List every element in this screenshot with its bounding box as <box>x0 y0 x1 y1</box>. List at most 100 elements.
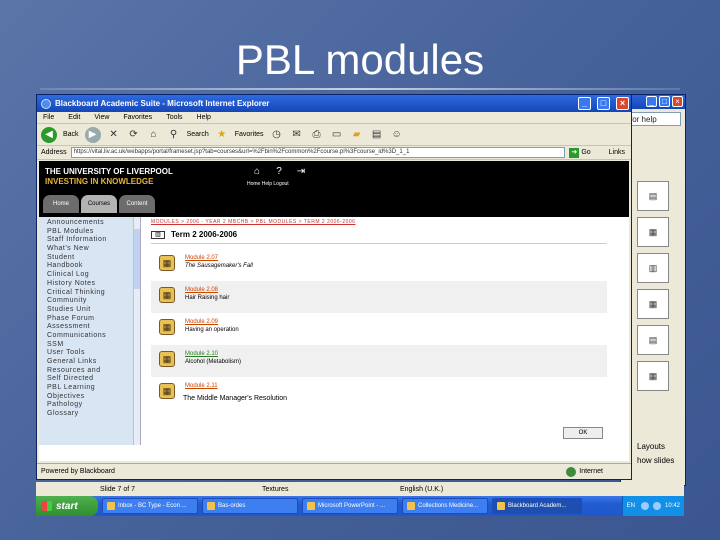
ok-button[interactable]: OK <box>563 427 603 439</box>
module-folder-icon[interactable]: ▦ <box>159 319 175 335</box>
history-icon[interactable]: ◷ <box>270 128 284 142</box>
stop-icon[interactable]: ✕ <box>107 128 121 142</box>
breadcrumb[interactable]: MODULES > 2006 - YEAR 2 MBCHB > PBL MODU… <box>151 219 355 225</box>
folder-icon[interactable]: ▰ <box>350 128 364 142</box>
module-folder-icon[interactable]: ▦ <box>159 255 175 271</box>
address-label: Address <box>41 149 67 156</box>
go-button[interactable]: ➜ Go <box>569 147 591 158</box>
layout-thumb[interactable]: ▥ <box>637 253 669 283</box>
maximize-button[interactable]: □ <box>597 97 610 110</box>
course-menu-item[interactable]: Handbook <box>47 262 140 271</box>
favorites-icon[interactable]: ★ <box>215 128 229 142</box>
tray-icon[interactable] <box>640 502 649 510</box>
university-tagline: INVESTING IN KNOWLEDGE <box>45 177 154 186</box>
menu-help[interactable]: Help <box>197 114 211 121</box>
menu-tools[interactable]: Tools <box>166 114 182 121</box>
taskbar-item[interactable]: Inbox - BC Type - Econ ... <box>102 498 198 514</box>
module-folder-icon[interactable]: ▦ <box>159 351 175 367</box>
course-menu-item[interactable]: Self Directed <box>47 375 140 384</box>
close-icon[interactable]: × <box>672 96 683 107</box>
module-link[interactable]: Module 2.09 <box>185 319 239 325</box>
links-label[interactable]: Links <box>609 149 625 156</box>
back-label[interactable]: Back <box>63 131 79 138</box>
search-label[interactable]: Search <box>187 131 209 138</box>
layout-thumb[interactable]: ▤ <box>637 325 669 355</box>
taskbar-item[interactable]: Microsoft PowerPoint - ... <box>302 498 398 514</box>
course-menu-item[interactable]: What's New <box>47 245 140 254</box>
course-menu-item[interactable]: Pathology <box>47 401 140 410</box>
course-menu-scrollbar[interactable] <box>133 217 140 445</box>
module-link[interactable]: Module 2.07 <box>185 255 253 261</box>
refresh-icon[interactable]: ⟳ <box>127 128 141 142</box>
scroll-thumb[interactable] <box>134 229 140 289</box>
course-menu-item[interactable]: PBL Modules <box>47 228 140 237</box>
course-menu-item[interactable]: Assessment <box>47 323 140 332</box>
course-menu: Announcements PBL Modules Staff Informatio… <box>39 217 141 445</box>
taskbar-item[interactable]: Collections Medicine... <box>402 498 488 514</box>
home-icon[interactable]: ⌂ <box>251 166 263 178</box>
taskbar: start Inbox - BC Type - Econ ... Bas-ord… <box>36 496 684 516</box>
course-menu-item[interactable]: Critical Thinking <box>47 289 140 298</box>
help-icon[interactable]: ? <box>273 166 285 178</box>
layout-thumb[interactable]: ▦ <box>637 217 669 247</box>
tray-icon[interactable] <box>652 502 661 510</box>
taskbar-item-active[interactable]: Blackboard Academ... <box>492 498 582 514</box>
module-link[interactable]: Module 2.08 <box>185 287 229 293</box>
close-button[interactable]: × <box>616 97 629 110</box>
forward-icon[interactable]: ▶ <box>84 126 101 143</box>
edit-icon[interactable]: ▭ <box>330 128 344 142</box>
course-menu-item[interactable]: Communications <box>47 332 140 341</box>
menu-view[interactable]: View <box>94 114 109 121</box>
app-icon <box>207 502 215 510</box>
course-menu-item[interactable]: SSM <box>47 341 140 350</box>
clock[interactable]: 10:42 <box>665 503 680 509</box>
tab-content[interactable]: Content <box>119 195 155 213</box>
home-icon[interactable]: ⌂ <box>147 128 161 142</box>
logout-icon[interactable]: ⇥ <box>295 166 307 178</box>
course-menu-item[interactable]: Clinical Log <box>47 271 140 280</box>
course-menu-item[interactable]: Phase Forum <box>47 315 140 324</box>
course-menu-item[interactable]: User Tools <box>47 349 140 358</box>
course-menu-item[interactable]: Announcements <box>47 219 140 228</box>
notes-icon[interactable]: ▤ <box>370 128 384 142</box>
back-icon[interactable]: ◀ <box>41 126 57 143</box>
course-menu-item[interactable]: Objectives <box>47 393 140 402</box>
module-link[interactable]: Module 2.11 <box>185 383 218 389</box>
minimize-icon[interactable]: _ <box>646 96 657 107</box>
start-button[interactable]: start <box>36 496 98 516</box>
tab-courses[interactable]: Courses <box>81 195 117 213</box>
course-menu-item[interactable]: Studies Unit <box>47 306 140 315</box>
favorites-label[interactable]: Favorites <box>235 131 264 138</box>
menu-edit[interactable]: Edit <box>68 114 80 121</box>
language-label[interactable]: EN <box>627 503 635 509</box>
print-icon[interactable]: ⎙ <box>310 128 324 142</box>
layout-thumb[interactable]: ▤ <box>637 181 669 211</box>
maximize-icon[interactable]: □ <box>659 96 670 107</box>
bg-help-box[interactable]: for help <box>625 112 681 126</box>
course-menu-item[interactable]: Glossary <box>47 410 140 419</box>
address-input[interactable]: https://vital.liv.ac.uk/webapps/portal/f… <box>70 147 566 158</box>
tab-home[interactable]: Home <box>43 195 79 213</box>
menu-favorites[interactable]: Favorites <box>123 114 152 121</box>
course-menu-item[interactable]: Resources and <box>47 367 140 376</box>
browser-titlebar: Blackboard Academic Suite - Microsoft In… <box>37 95 631 112</box>
module-folder-icon[interactable]: ▦ <box>159 383 175 399</box>
course-menu-item[interactable]: History Notes <box>47 280 140 289</box>
module-link[interactable]: Module 2.10 <box>185 351 241 357</box>
course-menu-item[interactable]: PBL Learning <box>47 384 140 393</box>
tab-bar: Home Courses Content <box>39 195 155 213</box>
course-menu-item[interactable]: General Links <box>47 358 140 367</box>
course-menu-item[interactable]: Student <box>47 254 140 263</box>
messenger-icon[interactable]: ☺ <box>390 128 404 142</box>
module-folder-icon[interactable]: ▦ <box>159 287 175 303</box>
layout-thumb[interactable]: ▦ <box>637 361 669 391</box>
mail-icon[interactable]: ✉ <box>290 128 304 142</box>
minimize-button[interactable]: _ <box>578 97 591 110</box>
search-icon[interactable]: ⚲ <box>167 128 181 142</box>
layout-thumb[interactable]: ▦ <box>637 289 669 319</box>
course-menu-item[interactable]: Community <box>47 297 140 306</box>
header-links[interactable]: Home Help Logout <box>247 181 289 187</box>
menu-file[interactable]: File <box>43 114 54 121</box>
taskbar-item[interactable]: Bas-ordes <box>202 498 298 514</box>
course-menu-item[interactable]: Staff Information <box>47 236 140 245</box>
